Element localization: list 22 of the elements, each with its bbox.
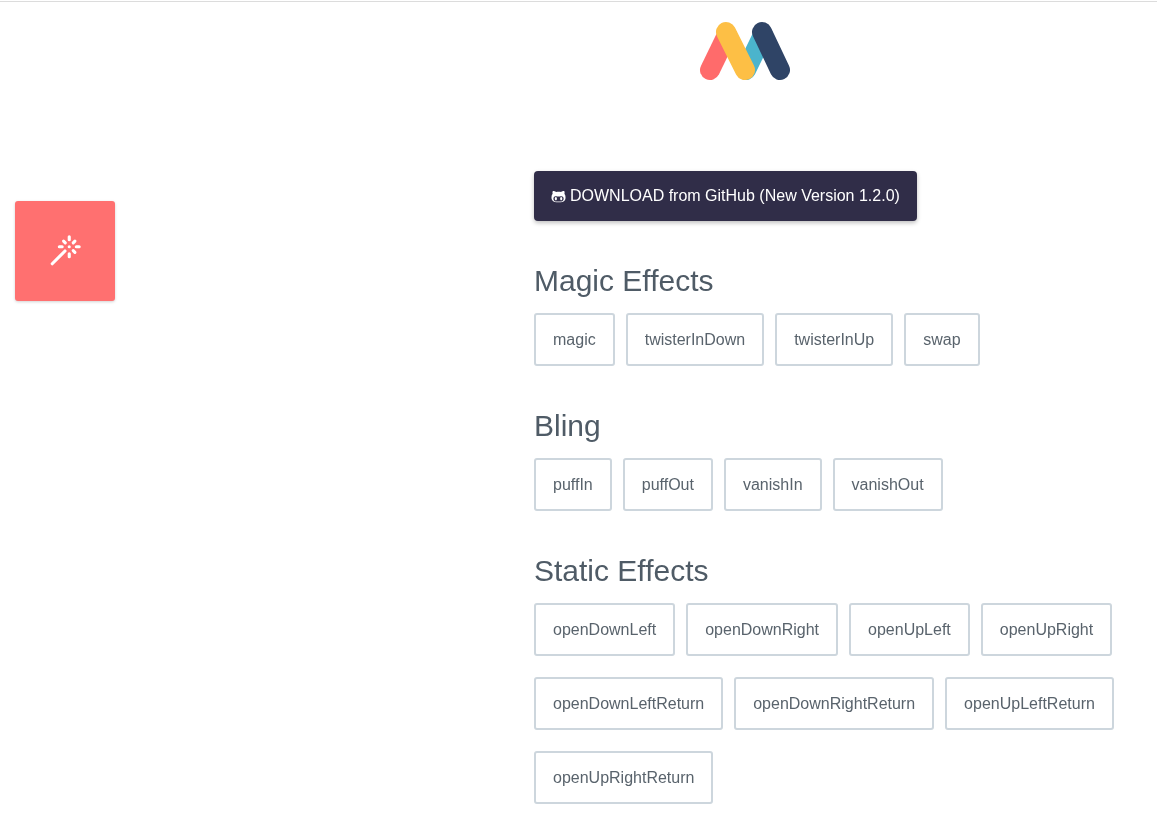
effect-button[interactable]: vanishIn: [723, 458, 822, 511]
effect-button[interactable]: puffIn: [534, 458, 612, 511]
effect-button[interactable]: magic: [534, 313, 615, 366]
effect-button[interactable]: openDownRight: [686, 603, 839, 656]
effect-button[interactable]: openDownRightReturn: [734, 677, 935, 730]
effect-button[interactable]: openUpLeft: [849, 603, 970, 656]
effect-button[interactable]: openUpRight: [980, 603, 1113, 656]
effect-button[interactable]: openDownLeft: [534, 603, 676, 656]
section-heading: Magic Effects: [534, 263, 714, 299]
effect-button[interactable]: vanishOut: [832, 458, 943, 511]
effect-button[interactable]: openUpLeftReturn: [945, 677, 1114, 730]
magic-wand-icon: [48, 234, 82, 268]
download-button[interactable]: DOWNLOAD from GitHub (New Version 1.2.0): [534, 171, 917, 221]
effect-button[interactable]: puffOut: [622, 458, 713, 511]
effect-button[interactable]: swap: [904, 313, 980, 366]
cat-icon: [551, 188, 566, 204]
effect-button[interactable]: twisterInDown: [625, 313, 765, 366]
effect-button[interactable]: openDownLeftReturn: [534, 677, 724, 730]
effect-button[interactable]: twisterInUp: [775, 313, 894, 366]
section-heading: Static Effects: [534, 553, 709, 589]
section-heading: Bling: [534, 408, 601, 444]
effect-button[interactable]: openUpRightReturn: [534, 751, 714, 804]
